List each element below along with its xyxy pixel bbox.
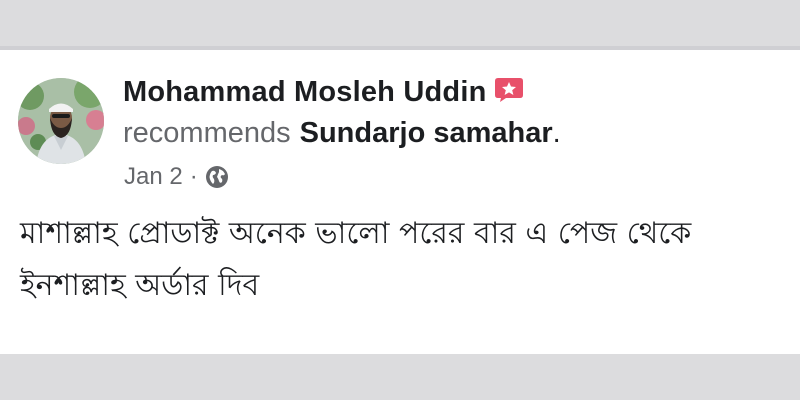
recommendation-badge-icon xyxy=(494,77,524,103)
recommendation-line: recommends Sundarjo samahar . xyxy=(123,114,561,152)
avatar-photo xyxy=(18,78,104,164)
recommends-text: recommends xyxy=(123,116,291,149)
post-meta: Jan 2 · xyxy=(124,160,229,194)
meta-separator: · xyxy=(189,163,198,190)
post-date[interactable]: Jan 2 xyxy=(124,163,183,191)
page-name-link[interactable]: Sundarjo samahar xyxy=(300,117,553,150)
author-avatar[interactable] xyxy=(18,78,104,164)
author-row: Mohammad Mosleh Uddin xyxy=(123,72,524,112)
top-background xyxy=(0,0,800,50)
bottom-background xyxy=(0,354,800,400)
author-name[interactable]: Mohammad Mosleh Uddin xyxy=(123,76,487,109)
review-line: মাশাল্লাহ প্রোডাক্ট অনেক ভালো পরের বার এ… xyxy=(20,216,692,251)
review-line: ইনশাল্লাহ অর্ডার দিব xyxy=(20,268,260,303)
review-text: মাশাল্লাহ প্রোডাক্ট অনেক ভালো পরের বার এ… xyxy=(20,208,790,312)
period-text: . xyxy=(552,116,561,149)
globe-icon[interactable] xyxy=(205,165,229,189)
